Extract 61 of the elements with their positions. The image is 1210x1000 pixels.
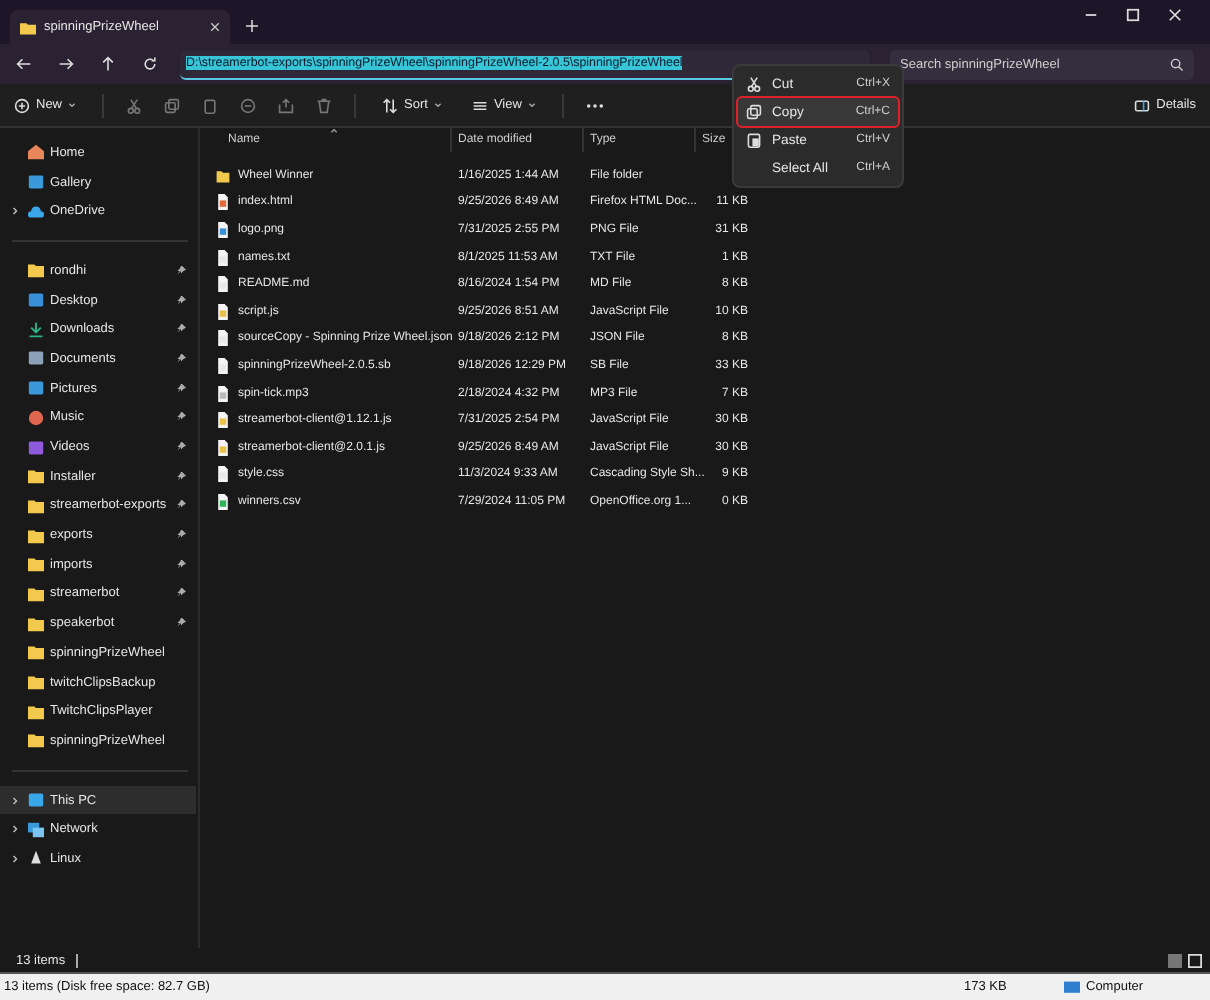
pin-icon [176, 530, 186, 541]
scissors-icon [746, 76, 762, 92]
share-icon[interactable] [278, 97, 295, 113]
forward-arrow-icon[interactable] [58, 56, 74, 72]
file-icon [216, 276, 230, 293]
download-icon [28, 321, 44, 338]
file-icon [216, 194, 230, 211]
file-icon [216, 466, 230, 483]
sort-caret-icon [329, 128, 337, 134]
refresh-icon[interactable] [142, 56, 158, 72]
file-icon [216, 330, 230, 347]
file-icon [216, 439, 230, 456]
file-icon [216, 412, 230, 429]
caret-icon [527, 102, 536, 108]
file-icon [216, 357, 230, 374]
cloud-icon [28, 203, 44, 220]
close-icon[interactable] [210, 22, 220, 32]
sort-arrows-icon [382, 97, 399, 113]
file-icon [216, 303, 230, 320]
copy-icon[interactable] [164, 97, 181, 113]
pin-icon [176, 324, 186, 335]
scissors-icon[interactable] [126, 97, 143, 113]
pin-icon [176, 559, 186, 570]
house-icon [28, 144, 44, 161]
details-pane-icon [1134, 97, 1151, 113]
chevron-icon[interactable] [12, 824, 18, 835]
pin-icon [176, 353, 186, 364]
more-options-icon[interactable] [585, 101, 604, 109]
chevron-icon[interactable] [12, 206, 18, 217]
caret-icon [433, 102, 442, 108]
file-icon [216, 249, 230, 266]
close-icon[interactable] [1168, 7, 1182, 21]
trash-icon[interactable] [316, 97, 333, 113]
back-arrow-icon[interactable] [16, 56, 32, 72]
new-tab-icon[interactable] [246, 20, 258, 32]
pin-icon [176, 265, 186, 276]
search-icon [1170, 57, 1184, 71]
list-view-icon [471, 97, 488, 113]
up-arrow-icon[interactable] [100, 56, 116, 72]
folder-icon [28, 262, 44, 279]
file-icon [216, 221, 230, 238]
tiles-view-icon[interactable] [1188, 953, 1202, 967]
folder-icon [20, 19, 36, 35]
file-icon [216, 385, 230, 402]
plus-circle-icon [14, 97, 30, 113]
file-icon [216, 493, 230, 510]
pin-icon [176, 442, 186, 453]
network-icon [28, 821, 44, 838]
copy-icon [746, 104, 762, 120]
pin-icon [176, 295, 186, 306]
maximize-icon[interactable] [1126, 7, 1140, 21]
chevron-icon[interactable] [12, 795, 18, 806]
folder-icon [216, 167, 230, 184]
pin-icon [176, 618, 186, 629]
pin-icon [176, 471, 186, 482]
caret-icon [68, 102, 77, 108]
chevron-icon[interactable] [12, 853, 18, 864]
pin-icon [176, 412, 186, 423]
pin-icon [176, 500, 186, 511]
pin-icon [176, 588, 186, 599]
pin-icon [176, 383, 186, 394]
